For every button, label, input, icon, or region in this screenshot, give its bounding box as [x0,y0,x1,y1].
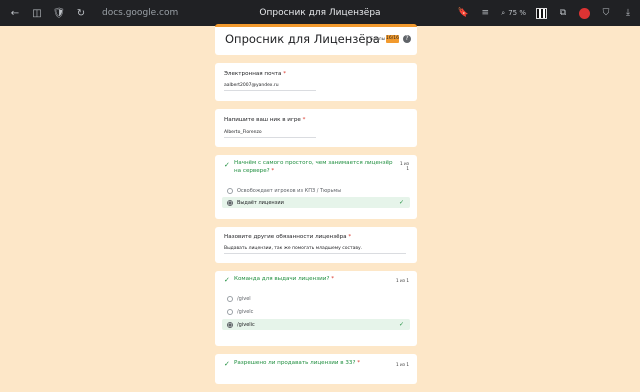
download-icon[interactable]: ⤓ [622,7,634,19]
correct-check-icon: ✓ [224,276,230,284]
question-label: Разрешено ли продавать лицензии в 33? * [234,360,360,368]
option-label: Выдаёт лицензии [237,199,284,206]
menu-icon[interactable]: ≡ [479,7,491,19]
correct-check-icon: ✓ [224,161,230,169]
question-label: Назовите другие обязанности лицензёра * [224,234,351,242]
question-label: Команда для выдачи лицензии? * [234,276,334,284]
option-label: /givelc [237,308,254,315]
shield-icon[interactable]: ⛉ [600,7,612,19]
option-item-selected[interactable]: Выдаёт лицензии ✓ [222,197,410,208]
form-container: Опросник для Лицензёра Баллы 16/16 ? Эле… [215,24,417,392]
radio-button-selected[interactable] [227,321,233,328]
question-card-other-duties: Назовите другие обязанности лицензёра * … [215,227,417,263]
required-mark: * [348,234,352,240]
help-icon[interactable]: ? [403,35,411,43]
question-text: Напишите ваш ник в игре [224,117,301,123]
secure-icon[interactable]: 🛡 [52,6,66,20]
address-bar[interactable]: docs.google.com [102,8,178,18]
zoom-level: 75 % [508,9,526,17]
question-label: Начнём с самого простого, чем занимается… [234,160,394,175]
required-mark: * [331,276,334,282]
points-badge: 1 из 1 [400,161,409,171]
browser-toolbar: ← ◫ 🛡 ↻ docs.google.com Опросник для Лиц… [0,0,640,26]
question-card-email: Электронная почта * aalbert2007@yandex.r… [215,63,417,101]
back-icon[interactable]: ← [8,6,22,20]
question-label: Электронная почта * [224,71,286,79]
radio-button[interactable] [227,308,233,315]
profile-extension-icon[interactable] [579,7,590,19]
reload-icon[interactable]: ↻ [74,6,88,20]
correct-check-icon: ✓ [398,199,404,206]
question-text: Начнём с самого простого, чем занимается… [234,160,393,174]
option-item-selected[interactable]: /givelic ✓ [222,319,410,330]
question-card-selling: ✓ Разрешено ли продавать лицензии в 33? … [215,354,417,384]
option-label: /givelic [237,321,255,328]
answer-field[interactable]: Alberto_Florenzo [224,130,316,138]
required-mark: * [302,117,306,123]
score-label: Баллы [370,37,386,42]
question-text: Электронная почта [224,71,282,77]
question-card-nickname: Напишите ваш ник в игре * Alberto_Floren… [215,109,417,147]
question-text: Команда для выдачи лицензии? [234,276,330,282]
tabs-icon[interactable]: ◫ [30,6,44,20]
option-item[interactable]: /givel [222,293,410,304]
correct-check-icon: ✓ [398,321,404,328]
radio-button-selected[interactable] [227,199,233,206]
bookmark-icon[interactable]: 🔖 [457,7,469,19]
option-item[interactable]: Освобождает игроков из КПЗ / Тюрьмы [222,185,410,196]
required-mark: * [283,71,287,77]
required-mark: * [357,360,361,366]
option-label: /givel [237,295,251,302]
answer-field[interactable]: aalbert2007@yandex.ru [224,83,316,91]
zoom-icon: ⌕ [501,8,506,17]
option-label: Освобождает игроков из КПЗ / Тюрьмы [237,187,342,194]
points-badge: 1 из 1 [396,278,409,283]
question-text: Назовите другие обязанности лицензёра [224,234,347,240]
qr-extension-icon[interactable] [536,7,547,19]
question-text: Разрешено ли продавать лицензии в 33? [234,360,356,366]
required-mark: * [271,167,275,174]
score-badge: 16/16 [386,35,399,43]
question-card-duties: ✓ Начнём с самого простого, чем занимает… [215,155,417,219]
radio-button[interactable] [227,187,233,194]
radio-button[interactable] [227,295,233,302]
points-badge: 1 из 1 [396,362,409,367]
question-label: Напишите ваш ник в игре * [224,117,305,125]
answer-field[interactable]: Выдавать лицензии, так же помогать младш… [224,246,406,254]
form-header-card: Опросник для Лицензёра Баллы 16/16 ? [215,24,417,55]
extensions-icon[interactable]: ⧉ [557,7,569,19]
question-card-command: ✓ Команда для выдачи лицензии? * 1 из 1 … [215,271,417,346]
option-item[interactable]: /givelc [222,306,410,317]
correct-check-icon: ✓ [224,360,230,368]
zoom-indicator[interactable]: ⌕ 75 % [501,9,526,18]
form-title: Опросник для Лицензёра [225,32,380,46]
